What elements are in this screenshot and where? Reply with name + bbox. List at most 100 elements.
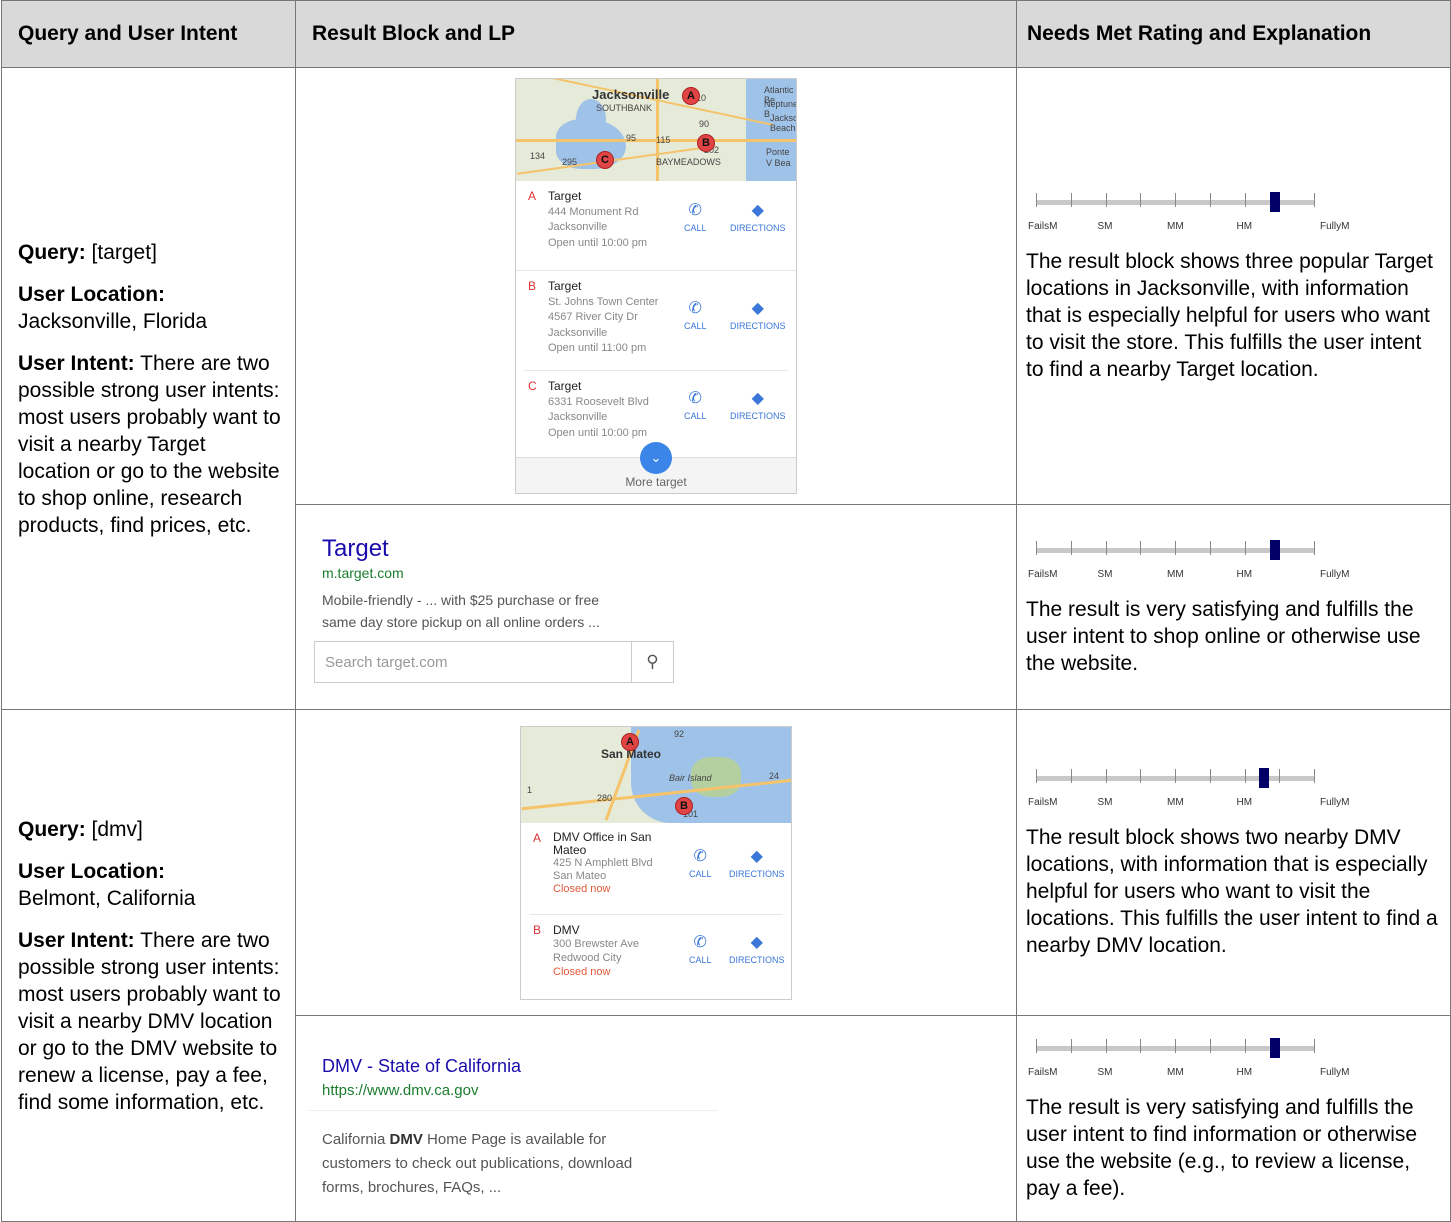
scale-tick [1244, 192, 1246, 207]
rating-marker [1270, 539, 1281, 560]
call-button[interactable]: ✆ CALL [684, 389, 707, 421]
more-results-bar[interactable]: ⌄ More target [516, 442, 796, 493]
site-search-box[interactable]: Search target.com ⚲ [314, 641, 674, 683]
map-city-label: Jacksonville [592, 87, 670, 102]
scale-tick [1244, 540, 1246, 555]
directions-button[interactable]: ◆ DIRECTIONS [730, 299, 786, 331]
web-result: DMV - State of California https://www.dm… [296, 1016, 1016, 1221]
scale-tick [1105, 1038, 1107, 1053]
intent-line: User Intent: There are two possible stro… [18, 928, 281, 1114]
header-query-intent: Query and User Intent [1, 0, 296, 68]
map-pin-c[interactable]: C [596, 151, 614, 169]
directions-button[interactable]: ◆ DIRECTIONS [729, 933, 785, 965]
scale-label: FullyM [1320, 220, 1350, 232]
scale-tick [1209, 1038, 1211, 1053]
location-item[interactable]: B DMV 300 Brewster Ave Redwood City Clos… [521, 915, 791, 995]
scale-tick [1070, 540, 1072, 555]
scale-tick [1105, 769, 1107, 783]
map-pin-b[interactable]: B [675, 796, 693, 815]
location-line: User Location: Belmont, California [18, 859, 196, 910]
scale-label: FailsM [1028, 1066, 1058, 1078]
rating-marker [1270, 1037, 1281, 1058]
local-result-card[interactable]: San Mateo Bair Island 92 24 101 280 1 A … [520, 725, 792, 1000]
location-item[interactable]: A DMV Office in San Mateo 425 N Amphlett… [529, 823, 785, 915]
rating-table: Query and User Intent Result Block and L… [1, 0, 1451, 1222]
scale-tick [1070, 769, 1072, 783]
scale-label: SM [1097, 220, 1113, 232]
rating-cell: FailsM SM MM HM FullyM The result is very sa… [1016, 504, 1451, 710]
call-button[interactable]: ✆ CALL [684, 201, 707, 233]
scale-tick [1209, 540, 1211, 555]
directions-icon: ◆ [751, 202, 764, 219]
search-input[interactable]: Search target.com [325, 654, 448, 671]
query-line: Query: [target] [18, 240, 157, 264]
needs-met-scale: FailsM SM MM HM FullyM [1026, 190, 1349, 232]
map-thumbnail[interactable]: San Mateo Bair Island 92 24 101 280 1 A … [521, 726, 791, 823]
scale-label: HM [1236, 220, 1253, 232]
rating-explanation: The result block shows three popular Tar… [1026, 249, 1433, 381]
result-cell-target-web: Target m.target.com Mobile-friendly - ..… [295, 504, 1017, 710]
phone-icon: ✆ [693, 847, 707, 865]
rating-marker [1258, 768, 1269, 788]
map-pin-b[interactable]: B [697, 134, 715, 152]
scale-label: SM [1097, 1066, 1113, 1078]
directions-button[interactable]: ◆ DIRECTIONS [730, 201, 786, 233]
map-thumbnail[interactable]: Jacksonville SOUTHBANK Atlantic Be Neptu… [516, 79, 796, 181]
scale-label: HM [1236, 568, 1253, 580]
local-result-card[interactable]: Jacksonville SOUTHBANK Atlantic Be Neptu… [515, 78, 797, 494]
result-snippet: California DMV Home Page is available fo… [322, 1131, 633, 1196]
scale-label: FailsM [1028, 797, 1058, 808]
scale-tick [1175, 769, 1176, 783]
rating-explanation: The result block shows two nearby DMV lo… [1026, 826, 1438, 957]
scale-label: MM [1167, 568, 1184, 580]
directions-button[interactable]: ◆ DIRECTIONS [729, 847, 785, 879]
intent-line: User Intent: There are two possible stro… [18, 351, 281, 537]
chevron-down-icon[interactable]: ⌄ [640, 442, 672, 474]
directions-icon: ◆ [751, 300, 764, 317]
result-snippet: Mobile-friendly - ... with $25 purchase … [322, 592, 600, 630]
directions-icon: ◆ [751, 390, 764, 407]
location-line: User Location: Jacksonville, Florida [18, 282, 208, 333]
scale-tick [1105, 192, 1107, 207]
scale-tick [1175, 540, 1176, 555]
rating-cell: FailsM SM MM HM FullyM The result block show… [1016, 709, 1451, 1016]
call-button[interactable]: ✆ CALL [684, 299, 707, 331]
scale-tick [1070, 1038, 1072, 1053]
scale-tick [1314, 540, 1315, 555]
scale-tick [1314, 192, 1315, 207]
map-pin-a[interactable]: A [621, 732, 639, 751]
needs-met-scale: FailsM SM MM HM FullyM [1026, 538, 1349, 580]
web-result: Target m.target.com Mobile-friendly - ..… [296, 505, 1016, 709]
scale-label: FailsM [1028, 568, 1058, 580]
header-result-block: Result Block and LP [295, 0, 1017, 68]
rating-explanation: The result is very satisfying and fulfil… [1026, 597, 1421, 675]
directions-button[interactable]: ◆ DIRECTIONS [730, 389, 786, 421]
table-row: Query: [dmv] User Location: Belmont, Cali… [1, 709, 1451, 1222]
rating-cell: FailsM SM MM HM FullyM The result is very sa… [1016, 1015, 1451, 1222]
result-title-link[interactable]: Target [322, 535, 389, 563]
query-cell-dmv: Query: [dmv] User Location: Belmont, Cali… [1, 709, 296, 1222]
location-item[interactable]: A Target 444 Monument Rd Jacksonville Op… [516, 181, 796, 271]
scale-label: FullyM [1320, 1066, 1350, 1078]
scale-tick [1209, 769, 1211, 783]
needs-met-scale: FailsM SM MM HM FullyM [1026, 1036, 1349, 1078]
directions-icon: ◆ [750, 933, 763, 951]
result-url[interactable]: https://www.dmv.ca.gov [322, 1082, 478, 1099]
call-button[interactable]: ✆ CALL [689, 933, 712, 965]
scale-tick [1244, 1038, 1246, 1053]
location-item[interactable]: B Target St. Johns Town Center 4567 Rive… [524, 271, 788, 371]
scale-label: HM [1236, 797, 1253, 808]
scale-tick [1140, 540, 1142, 555]
scale-tick [1314, 769, 1315, 783]
scale-tick [1036, 1038, 1037, 1053]
phone-icon: ✆ [688, 390, 702, 407]
phone-icon: ✆ [693, 933, 707, 951]
map-pin-a[interactable]: A [682, 87, 700, 105]
result-title-link[interactable]: DMV - State of California [322, 1056, 521, 1077]
result-url[interactable]: m.target.com [322, 565, 404, 581]
scale-tick [1209, 192, 1211, 207]
call-button[interactable]: ✆ CALL [689, 847, 712, 879]
search-icon[interactable]: ⚲ [631, 642, 673, 682]
result-cell-target-local: Jacksonville SOUTHBANK Atlantic Be Neptu… [295, 67, 1017, 505]
scale-label: SM [1097, 568, 1113, 580]
